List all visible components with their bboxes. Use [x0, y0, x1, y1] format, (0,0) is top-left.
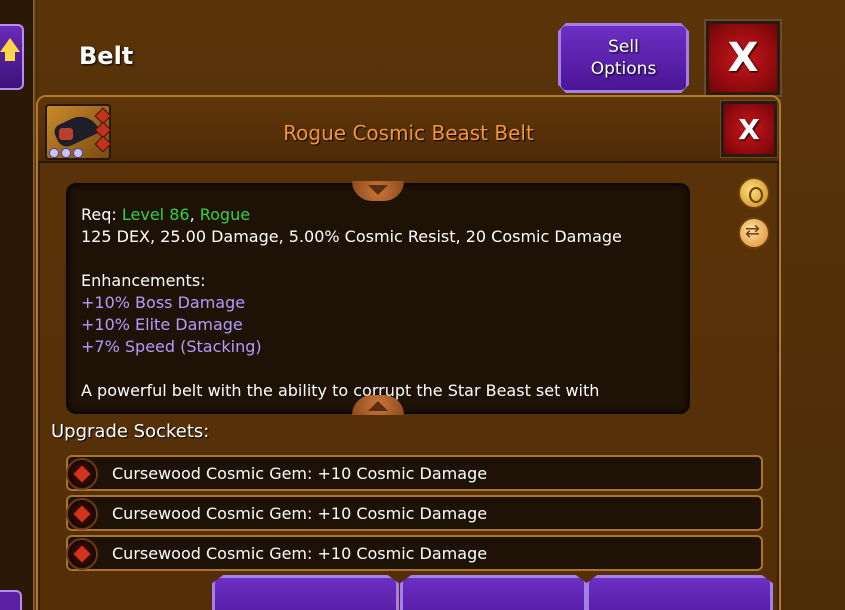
- item-quality-dots: [49, 148, 83, 158]
- swap-icon[interactable]: [738, 217, 770, 249]
- item-description-box[interactable]: Req: Level 86, Rogue 125 DEX, 25.00 Dama…: [66, 183, 690, 414]
- enhancement-item: +10% Boss Damage: [81, 293, 246, 312]
- page-title: Belt: [79, 42, 134, 70]
- upgrade-sockets-label: Upgrade Sockets:: [51, 421, 210, 442]
- quality-dot: [73, 148, 83, 158]
- bottom-action-button-1[interactable]: [212, 575, 399, 610]
- dialog-close-button[interactable]: X: [720, 100, 778, 158]
- req-level: Level 86: [121, 205, 190, 224]
- socket-text: Cursewood Cosmic Gem: +10 Cosmic Damage: [112, 504, 488, 523]
- item-detail-dialog: Rogue Cosmic Beast Belt X Req: Level 86,…: [36, 95, 781, 610]
- req-label: Req:: [81, 205, 122, 224]
- socket-row[interactable]: Cursewood Cosmic Gem: +10 Cosmic Damage: [66, 495, 763, 531]
- bottom-action-button-2[interactable]: [400, 575, 587, 610]
- gold-bag-icon[interactable]: [738, 177, 770, 209]
- socket-text: Cursewood Cosmic Gem: +10 Cosmic Damage: [112, 464, 488, 483]
- left-bottom-button[interactable]: [0, 590, 22, 610]
- chevron-down-icon: [368, 185, 388, 195]
- cosmic-gem-icon: [66, 458, 98, 490]
- socket-text: Cursewood Cosmic Gem: +10 Cosmic Damage: [112, 544, 488, 563]
- req-separator: ,: [189, 205, 200, 224]
- cosmic-gem-icon: [66, 538, 98, 570]
- requirements-line: Req: Level 86, Rogue: [81, 204, 689, 226]
- quality-dot: [61, 148, 71, 158]
- cosmic-gem-icon: [66, 498, 98, 530]
- item-title: Rogue Cosmic Beast Belt: [283, 121, 534, 145]
- sell-options-button[interactable]: Sell Options: [558, 23, 689, 93]
- left-side-panel: [0, 0, 36, 610]
- close-button[interactable]: X: [704, 19, 782, 97]
- up-arrow-icon-stem: [5, 51, 15, 61]
- dialog-header: Rogue Cosmic Beast Belt X: [38, 97, 779, 163]
- enhancement-item: +10% Elite Damage: [81, 315, 243, 334]
- req-class: Rogue: [199, 205, 251, 224]
- socket-row[interactable]: Cursewood Cosmic Gem: +10 Cosmic Damage: [66, 535, 763, 571]
- item-stats: 125 DEX, 25.00 Damage, 5.00% Cosmic Resi…: [81, 227, 622, 246]
- quality-dot: [49, 148, 59, 158]
- enhancements-label: Enhancements:: [81, 271, 206, 290]
- up-arrow-icon: [0, 38, 20, 52]
- up-arrow-button[interactable]: [0, 24, 24, 90]
- chevron-up-icon: [368, 401, 388, 411]
- bottom-action-button-3[interactable]: [586, 575, 773, 610]
- enhancement-item: +7% Speed (Stacking): [81, 337, 262, 356]
- socket-row[interactable]: Cursewood Cosmic Gem: +10 Cosmic Damage: [66, 455, 763, 491]
